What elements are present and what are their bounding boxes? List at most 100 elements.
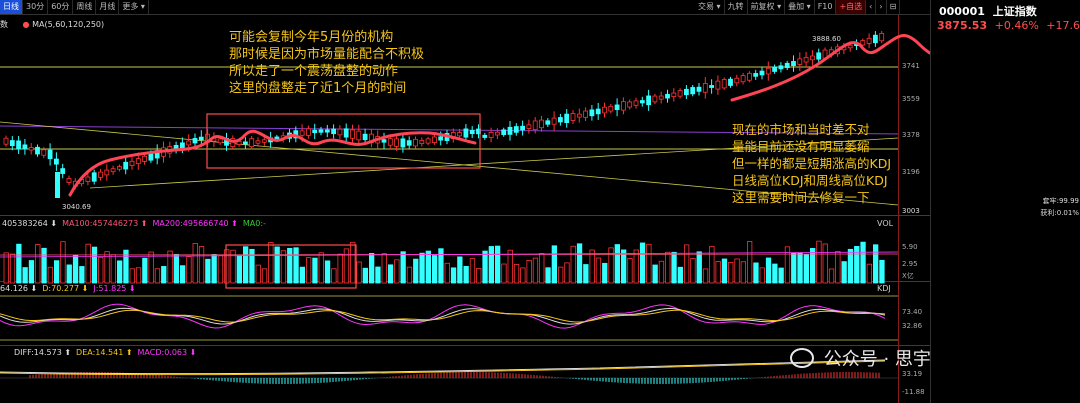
volume-bar xyxy=(652,264,658,284)
period-tab-5[interactable]: 更多 ▾ xyxy=(119,0,149,14)
volume-bar xyxy=(753,262,759,284)
candle-body xyxy=(28,147,34,151)
volume-bar xyxy=(72,254,79,284)
candle-body xyxy=(198,136,204,141)
candle-body xyxy=(438,136,444,141)
volume-bar xyxy=(469,258,476,284)
annotation-top: 可能会复制今年5月份的机构 那时候是因为市场量能配合不积极 所以走了一个震荡盘整的动… xyxy=(229,29,424,97)
volume-bar xyxy=(564,262,570,284)
volume-bar xyxy=(431,255,438,284)
pct-change: +0.46% xyxy=(994,19,1039,32)
candle-body xyxy=(425,138,431,144)
candle-body xyxy=(394,138,400,147)
period-tab-4[interactable]: 月线 xyxy=(96,0,120,14)
volume-bar xyxy=(621,249,627,284)
candle-body xyxy=(595,108,601,115)
volume-bar xyxy=(419,252,425,284)
annotation-line: 所以走了一个震荡盘整的动作 xyxy=(229,64,399,79)
candle-body xyxy=(702,83,708,93)
macd-dea-line xyxy=(0,360,886,376)
tool-button-8[interactable]: ⊟ xyxy=(887,0,901,14)
tool-button-0[interactable]: 交易 ▾ xyxy=(695,0,725,14)
annotation-line: 这里的盘整走了近1个月的时间 xyxy=(229,81,407,96)
tools-toolbar: 交易 ▾ 九转 前复权 ▾ 叠加 ▾ F10 +自选 ‹ › ⊟ xyxy=(695,0,901,14)
volume-bar xyxy=(16,243,22,284)
candle-body xyxy=(457,132,463,137)
low-price-label: 3040.69 xyxy=(62,203,91,211)
candle-body xyxy=(135,158,141,165)
period-tab-2[interactable]: 60分 xyxy=(48,0,74,14)
candle-body xyxy=(299,130,305,136)
candle-body xyxy=(123,161,129,170)
candle-body xyxy=(589,109,595,117)
volume-bar xyxy=(198,246,205,284)
volume-bar xyxy=(866,263,872,284)
volume-bar xyxy=(205,258,211,284)
tool-button-7[interactable]: › xyxy=(876,0,887,14)
volume-bar xyxy=(312,257,318,284)
volume-bar xyxy=(331,268,337,284)
volume-bar xyxy=(759,267,765,284)
volume-bar xyxy=(28,260,35,284)
candle-body xyxy=(400,138,406,148)
stock-chart[interactable] xyxy=(0,0,1080,403)
volume-bar xyxy=(507,249,513,284)
candle-body xyxy=(879,33,885,42)
period-tab-0[interactable]: 日线 xyxy=(0,0,23,14)
volume-bar xyxy=(602,262,608,284)
tool-button-3[interactable]: 叠加 ▾ xyxy=(785,0,815,14)
candle-body xyxy=(66,178,72,183)
volume-bar xyxy=(778,267,784,284)
high-price-label: 3888.60 xyxy=(812,35,841,43)
candle-body xyxy=(570,113,576,121)
volume-bar xyxy=(293,247,299,284)
candle-body xyxy=(261,139,267,143)
volume-bar xyxy=(614,244,620,284)
candle-body xyxy=(608,105,614,112)
volume-bar xyxy=(54,260,60,284)
candle-body xyxy=(564,113,570,123)
volume-bar xyxy=(797,252,803,284)
candle-body xyxy=(539,119,544,129)
tool-button-5[interactable]: +自选 xyxy=(836,0,867,14)
tool-button-2[interactable]: 前复权 ▾ xyxy=(748,0,786,14)
price-tick-3559: 3559 xyxy=(902,95,920,103)
volume-bar xyxy=(545,267,551,284)
volume-bar xyxy=(318,252,324,284)
candle-body xyxy=(501,129,507,135)
tool-button-1[interactable]: 九转 xyxy=(725,0,748,14)
volume-bar xyxy=(501,263,507,284)
candle-body xyxy=(513,126,519,133)
volume-bar xyxy=(242,246,249,284)
volume-bar xyxy=(186,256,192,284)
candle-body xyxy=(532,120,538,131)
candle-body xyxy=(305,128,311,136)
volume-bar xyxy=(513,263,520,284)
volume-bar xyxy=(387,264,394,284)
volume-bar xyxy=(734,258,740,284)
candle-body xyxy=(772,66,777,72)
volume-bar xyxy=(85,243,91,284)
volume-bar xyxy=(381,253,387,284)
volume-bar xyxy=(324,260,331,284)
tool-button-6[interactable]: ‹ xyxy=(866,0,877,14)
vol-indicator-labels: 405383264 ⬇ MA100:457446273 ⬆ MA200:495666… xyxy=(2,219,271,228)
volume-bar xyxy=(236,255,243,284)
volume-bar xyxy=(261,268,268,284)
period-tab-3[interactable]: 周线 xyxy=(73,0,97,14)
volume-bar xyxy=(772,263,778,284)
candle-body xyxy=(734,77,740,84)
macd_labels-value-0: DIFF:14.573 ⬆ xyxy=(14,348,72,357)
volume-bar xyxy=(639,242,646,284)
price-tick-3196: 3196 xyxy=(902,168,920,176)
volume-bar xyxy=(148,251,154,284)
candle-body xyxy=(665,93,670,99)
tool-button-4[interactable]: F10 xyxy=(815,0,837,14)
volume-bar xyxy=(217,255,224,284)
volume-bar xyxy=(350,241,356,284)
period-tab-1[interactable]: 30分 xyxy=(23,0,49,14)
macd-indicator-labels: DIFF:14.573 ⬆ DEA:14.541 ⬆ MACD:0.063 ⬇ xyxy=(14,348,201,357)
candle-body xyxy=(350,129,355,139)
volume-bar xyxy=(463,265,469,284)
volume-bar xyxy=(211,254,217,284)
